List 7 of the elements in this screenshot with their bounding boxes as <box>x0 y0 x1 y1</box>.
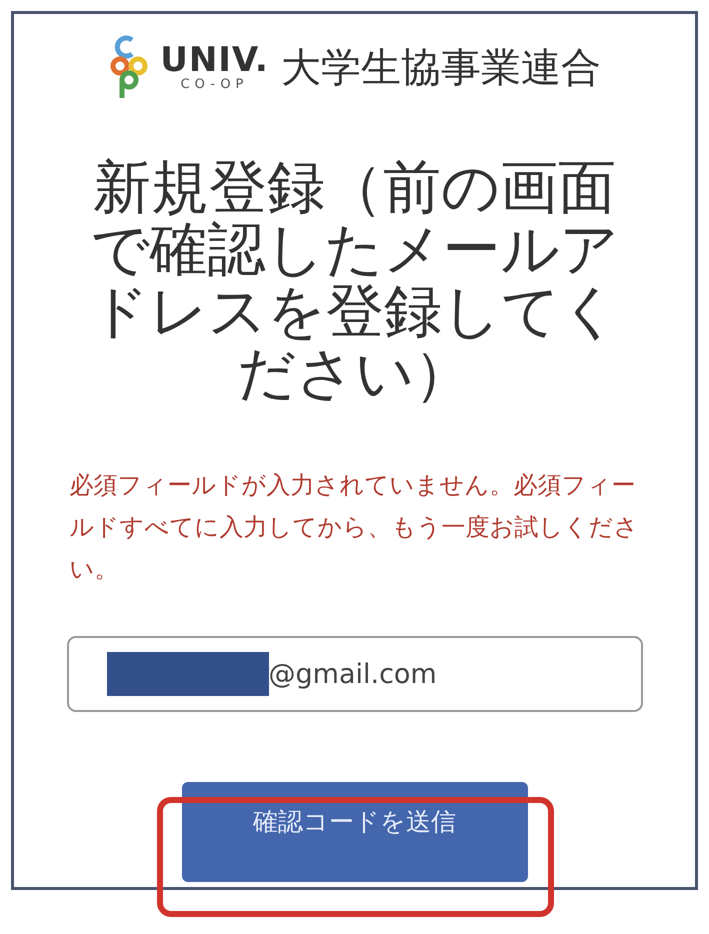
logo-subtitle: CO-OP <box>180 77 248 93</box>
error-message: 必須フィールドが入力されていません。必須フィールドすべてに入力してから、もう一度お試しください。 <box>70 470 640 585</box>
page-title: 新規登録（前の画面で確認したメールアドレスを登録してください） <box>89 156 620 404</box>
logo-wordmark: UNIV. <box>160 43 269 77</box>
send-code-button[interactable]: 確認コードを送信 <box>182 782 528 882</box>
email-field[interactable]: @gmail.com <box>66 636 642 712</box>
organization-name: 大学生協事業連合 <box>280 44 601 92</box>
